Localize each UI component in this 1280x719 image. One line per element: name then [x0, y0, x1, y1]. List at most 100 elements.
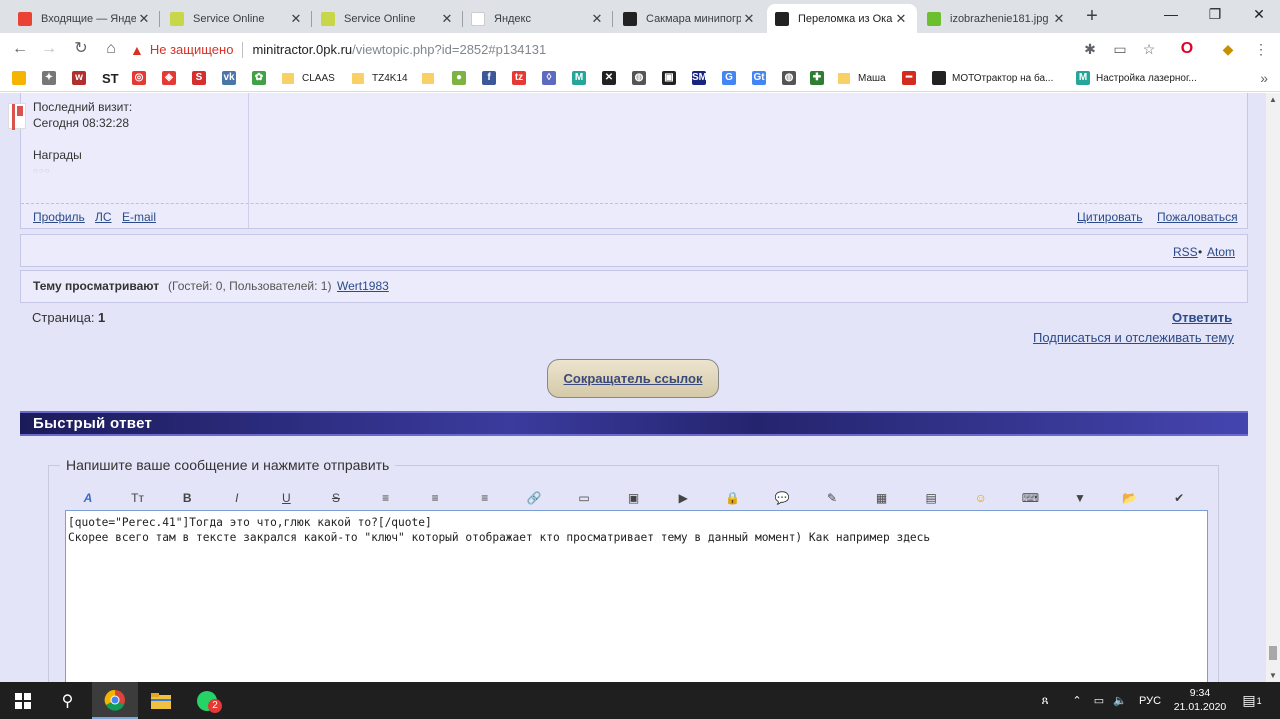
tab-close-icon[interactable]: ✕ — [439, 11, 455, 27]
volume-icon[interactable]: 🔈 — [1110, 682, 1130, 719]
bookmark-item[interactable]: Gt — [752, 70, 772, 86]
gallery-icon[interactable]: ▣ — [624, 488, 644, 508]
strike-icon[interactable]: S — [326, 488, 346, 508]
message-textarea[interactable]: [quote="Perec.41"]Тогда это что,глюк как… — [65, 510, 1208, 682]
whatsapp-taskbar-button[interactable]: 2 — [184, 682, 230, 719]
video-icon[interactable]: ▶ — [673, 488, 693, 508]
tab-close-icon[interactable]: ✕ — [136, 11, 152, 27]
reply-link[interactable]: Ответить — [1172, 310, 1232, 325]
email-link[interactable]: E-mail — [122, 210, 156, 224]
bookmark-item[interactable]: tz — [512, 70, 532, 86]
scroll-thumb[interactable] — [1269, 646, 1277, 660]
viewer-user-link[interactable]: Wert1983 — [337, 279, 389, 293]
bookmark-item[interactable]: ✿ — [252, 70, 272, 86]
forward-button[interactable]: → — [38, 38, 60, 60]
explorer-taskbar-button[interactable] — [138, 682, 184, 719]
rss-link[interactable]: RSS — [1173, 245, 1198, 259]
bookmark-item[interactable]: M Настройка лазерног... — [1076, 70, 1197, 86]
color-icon[interactable]: ▦ — [872, 488, 892, 508]
bookmark-item[interactable]: vk — [222, 70, 242, 86]
tab-close-icon[interactable]: ✕ — [1051, 11, 1067, 27]
tab-close-icon[interactable]: ✕ — [893, 11, 909, 27]
scroll-down-arrow-icon[interactable]: ▼ — [1269, 671, 1277, 680]
opera-icon[interactable]: O — [1178, 40, 1196, 58]
tab-close-icon[interactable]: ✕ — [741, 11, 757, 27]
image-icon[interactable]: ▭ — [574, 488, 594, 508]
language-indicator[interactable]: РУС — [1136, 682, 1164, 719]
quote-icon[interactable]: 💬 — [772, 488, 792, 508]
subscribe-link[interactable]: Подписаться и отслеживать тему — [1033, 330, 1234, 345]
pm-link[interactable]: ЛС — [95, 210, 112, 224]
table-icon[interactable]: ▤ — [921, 488, 941, 508]
bookmark-item[interactable]: f — [482, 70, 502, 86]
browser-tab[interactable]: Переломка из Ока ✕ — [767, 4, 917, 33]
notifications-button[interactable]: ▤ 1 — [1238, 682, 1266, 719]
bookmark-item[interactable]: ▣ — [662, 70, 682, 86]
bookmark-item[interactable]: ◍ — [782, 70, 802, 86]
security-warning[interactable]: ▲ Не защищено — [130, 42, 233, 58]
star-icon[interactable]: ☆ — [1140, 40, 1158, 58]
tray-expand-icon[interactable]: ⌃ — [1068, 682, 1086, 719]
start-button[interactable] — [0, 682, 45, 719]
align-right-icon[interactable]: ≡ — [475, 488, 495, 508]
tab-close-icon[interactable]: ✕ — [288, 11, 304, 27]
back-button[interactable]: ← — [9, 38, 31, 60]
profile-link[interactable]: Профиль — [33, 210, 85, 224]
bookmark-item[interactable]: ━ — [902, 70, 922, 86]
menu-icon[interactable]: ⋮ — [1252, 40, 1270, 58]
bookmark-item[interactable]: ✚ — [810, 70, 830, 86]
scroll-up-arrow-icon[interactable]: ▲ — [1269, 95, 1277, 104]
size-icon[interactable]: Tт — [128, 488, 148, 508]
browser-tab[interactable]: izobrazhenie181.jpg ✕ — [919, 4, 1075, 33]
bookmark-item[interactable]: Маша — [838, 70, 886, 86]
italic-icon[interactable]: I — [227, 488, 247, 508]
bookmark-item[interactable] — [12, 70, 32, 86]
smiley-icon[interactable]: ☺ — [971, 488, 991, 508]
bookmark-item[interactable]: ✦ — [42, 70, 62, 86]
font-icon[interactable]: A — [78, 488, 98, 508]
bookmark-item[interactable]: SM — [692, 70, 712, 86]
bookmark-item[interactable]: ◊ — [542, 70, 562, 86]
bookmark-item[interactable]: M — [572, 70, 592, 86]
more-icon[interactable]: ▼ — [1070, 488, 1090, 508]
underline-icon[interactable]: U — [276, 488, 296, 508]
report-link[interactable]: Пожаловаться — [1157, 210, 1238, 224]
bookmark-item[interactable]: G — [722, 70, 742, 86]
people-icon[interactable]: ጸ — [1034, 682, 1056, 719]
minimize-button[interactable]: — — [1148, 3, 1194, 25]
browser-tab[interactable]: Service Online ✕ — [162, 4, 312, 33]
bold-icon[interactable]: B — [177, 488, 197, 508]
code-icon[interactable]: ✎ — [822, 488, 842, 508]
tab-close-icon[interactable]: ✕ — [589, 11, 605, 27]
bookmarks-more-button[interactable]: » — [1260, 70, 1268, 86]
reload-button[interactable]: ↻ — [70, 38, 92, 60]
bookmark-item[interactable]: S — [192, 70, 212, 86]
bookmark-item[interactable] — [422, 70, 442, 86]
keyboard-icon[interactable]: ⌨ — [1020, 488, 1040, 508]
browser-tab[interactable]: Service Online ✕ — [313, 4, 463, 33]
new-tab-button[interactable]: + — [1082, 5, 1102, 27]
upload-icon[interactable]: 📂 — [1120, 488, 1140, 508]
bookmark-item[interactable]: МОТОтрактор на ба... — [932, 70, 1053, 86]
page-scrollbar[interactable]: ▲ ▼ — [1266, 93, 1280, 682]
reading-bookmark-icon[interactable] — [8, 103, 26, 130]
spellcheck-icon[interactable]: ✔ — [1169, 488, 1189, 508]
bookmark-item[interactable]: ✕ — [602, 70, 622, 86]
bookmark-item[interactable]: ◍ — [632, 70, 652, 86]
bookmark-item[interactable]: ◈ — [162, 70, 182, 86]
browser-tab[interactable]: Яндекс ✕ — [463, 4, 613, 33]
home-button[interactable]: ⌂ — [100, 38, 122, 60]
hide-icon[interactable]: 🔒 — [723, 488, 743, 508]
cast-icon[interactable]: ▭ — [1111, 40, 1129, 58]
align-center-icon[interactable]: ≡ — [425, 488, 445, 508]
bookmark-item[interactable]: TZ4K14 — [352, 70, 408, 86]
atom-link[interactable]: Atom — [1207, 245, 1235, 259]
maximize-button[interactable]: ❐ — [1192, 3, 1238, 25]
close-window-button[interactable]: ✕ — [1236, 3, 1280, 25]
battery-icon[interactable]: ▭ — [1090, 682, 1108, 719]
link-shortener-button[interactable]: Сокращатель ссылок — [547, 359, 719, 398]
bookmark-item[interactable]: w — [72, 70, 92, 86]
address-bar[interactable]: ▲ Не защищено minitractor.0pk.ru /viewto… — [130, 37, 1070, 62]
browser-tab[interactable]: Входящие — Яндекс✕ — [10, 4, 160, 33]
extension-icon[interactable]: ◆ — [1219, 40, 1237, 58]
